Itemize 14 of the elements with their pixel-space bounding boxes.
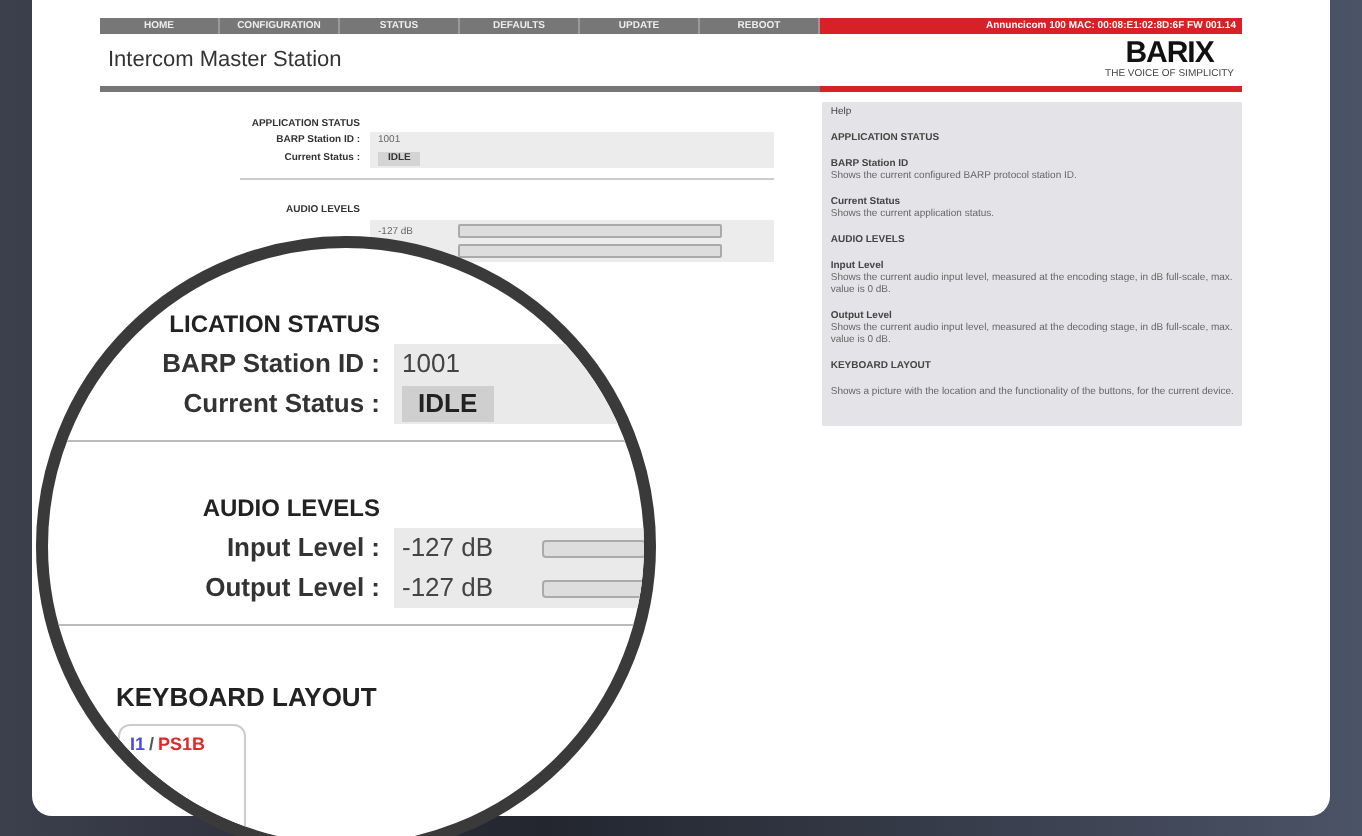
status-badge: IDLE (402, 386, 494, 422)
page-title: Intercom Master Station (108, 48, 342, 72)
field-value: 1001 (402, 346, 460, 382)
field-label: Output Level : (203, 570, 380, 606)
level-reading: -127 dB (402, 530, 494, 566)
logo: BARIX (1125, 40, 1214, 68)
section-title: KEYBOARD LAYOUT (116, 682, 379, 712)
key-label: I1 / PS1B (130, 734, 208, 754)
field-label: BARP Station ID : (160, 346, 380, 382)
section-title: AUDIO LEVELS (200, 494, 380, 522)
field-label: Input Level : (224, 530, 380, 566)
field-label: Current Status : (181, 386, 380, 422)
section-title: LICATION STATUS (167, 310, 380, 338)
level-reading: -127 dB (402, 570, 494, 606)
